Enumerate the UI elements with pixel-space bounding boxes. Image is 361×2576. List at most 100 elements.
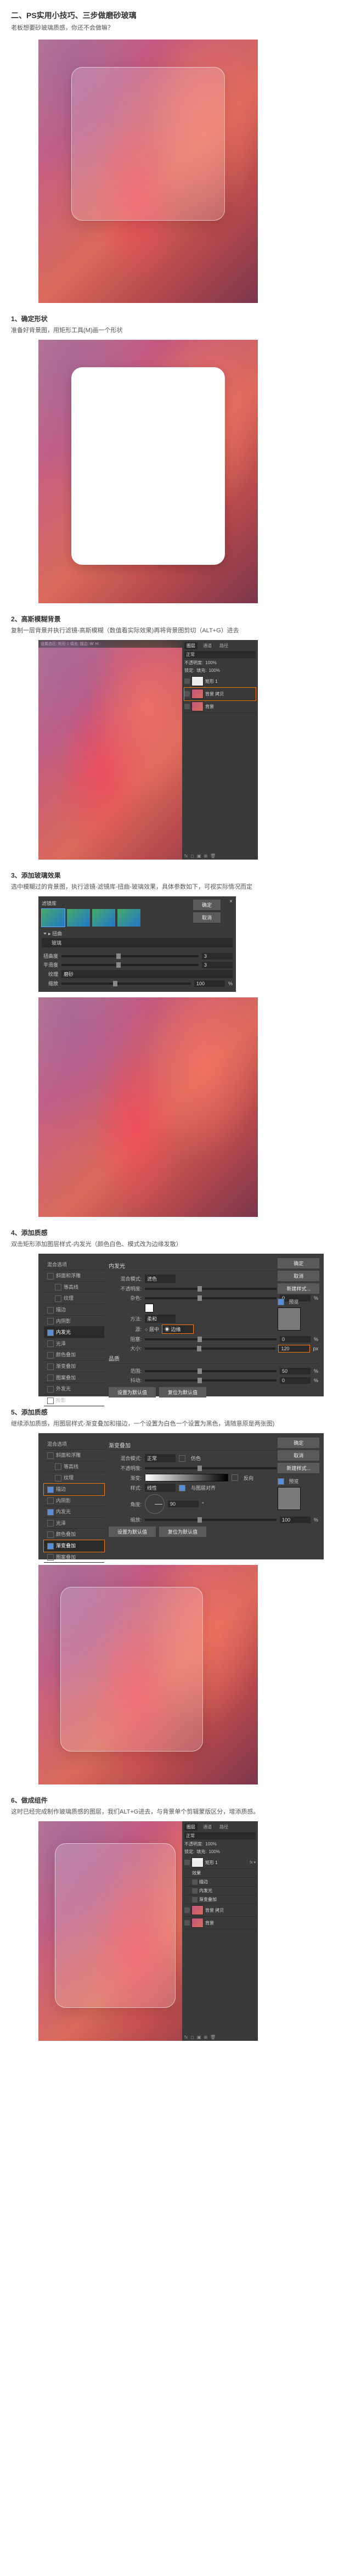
item-color-overlay[interactable]: 颜色叠加 xyxy=(44,1349,104,1361)
cancel-button[interactable]: 取消 xyxy=(278,1271,319,1281)
item-outer-glow[interactable]: 外发光 xyxy=(44,1383,104,1395)
source-edge-radio[interactable]: ◉ 边缘 xyxy=(162,1325,193,1333)
item-drop-shadow[interactable]: 投影 xyxy=(44,1395,104,1406)
layer-bg-copy[interactable]: 背景 拷贝 xyxy=(184,688,256,700)
choke-slider[interactable] xyxy=(145,1338,277,1340)
set-default-button[interactable]: 设置为默认值 xyxy=(109,1387,156,1398)
visibility-icon[interactable] xyxy=(184,1907,190,1913)
jitter-input[interactable]: 0 xyxy=(280,1377,311,1384)
visibility-icon[interactable] xyxy=(184,704,190,709)
preview-checkbox[interactable] xyxy=(278,1478,284,1485)
item-blend[interactable]: 混合选项 xyxy=(44,1439,104,1450)
item-texture[interactable]: 纹理 xyxy=(44,1293,104,1304)
fx-icon[interactable]: fx xyxy=(184,2035,188,2040)
folder-icon[interactable]: ▣ xyxy=(197,2035,201,2040)
cancel-button[interactable]: 取消 xyxy=(278,1450,319,1461)
blend-mode-select[interactable]: 正常 xyxy=(145,1454,176,1462)
ok-button[interactable]: 确定 xyxy=(278,1258,319,1269)
visibility-icon[interactable] xyxy=(184,1920,190,1926)
fx-inner-glow[interactable]: 内发光 xyxy=(184,1887,256,1895)
tab-paths[interactable]: 路径 xyxy=(217,642,230,649)
layer-rect[interactable]: 矩形 1 xyxy=(184,675,256,688)
item-pattern-overlay[interactable]: 图案叠加 xyxy=(44,1552,104,1563)
new-layer-icon[interactable]: ⊞ xyxy=(204,2035,207,2040)
choke-input[interactable]: 0 xyxy=(280,1336,311,1343)
size-slider[interactable] xyxy=(145,1348,275,1350)
layer-rect[interactable]: 矩形 1 fx ▾ xyxy=(184,1856,256,1869)
align-checkbox[interactable] xyxy=(179,1485,185,1491)
item-texture[interactable]: 纹理 xyxy=(44,1472,104,1484)
jitter-slider[interactable] xyxy=(145,1379,277,1382)
noise-slider[interactable] xyxy=(145,1297,277,1299)
filter-glass[interactable]: 玻璃 xyxy=(42,938,233,947)
cancel-button[interactable]: 取消 xyxy=(193,912,221,923)
item-bevel[interactable]: 斜面和浮雕 xyxy=(44,1450,104,1461)
preset-thumb[interactable] xyxy=(42,909,65,927)
opacity-value[interactable]: 100% xyxy=(205,660,216,665)
item-pattern-overlay[interactable]: 图案叠加 xyxy=(44,1372,104,1384)
item-satin[interactable]: 光泽 xyxy=(44,1518,104,1529)
preview-checkbox[interactable] xyxy=(278,1299,284,1305)
visibility-icon[interactable] xyxy=(184,1860,190,1865)
scale-value[interactable]: 100 xyxy=(194,980,225,987)
fill-value[interactable]: 100% xyxy=(208,668,219,673)
visibility-icon[interactable] xyxy=(192,1897,198,1902)
item-inner-glow[interactable]: 内发光 xyxy=(44,1327,104,1338)
distort-slider[interactable] xyxy=(61,955,199,957)
visibility-icon[interactable] xyxy=(192,1888,198,1894)
fx-icon[interactable]: fx xyxy=(184,854,188,858)
preset-thumb[interactable] xyxy=(67,909,90,927)
item-bevel[interactable]: 斜面和浮雕 xyxy=(44,1270,104,1282)
tab-paths[interactable]: 路径 xyxy=(217,1823,230,1831)
item-stroke[interactable]: 描边 xyxy=(44,1484,104,1495)
trash-icon[interactable]: 🗑 xyxy=(210,854,216,858)
layer-bg[interactable]: 背景 xyxy=(184,1917,256,1929)
new-style-button[interactable]: 新建样式... xyxy=(278,1463,319,1473)
preset-thumb[interactable] xyxy=(92,909,115,927)
visibility-icon[interactable] xyxy=(192,1879,198,1885)
blend-mode-select[interactable]: 正常 xyxy=(184,651,256,658)
size-input[interactable]: 120 xyxy=(279,1345,309,1352)
trash-icon[interactable]: 🗑 xyxy=(210,2035,216,2040)
preset-thumb[interactable] xyxy=(117,909,140,927)
range-input[interactable]: 50 xyxy=(280,1368,311,1374)
reset-default-button[interactable]: 复位为默认值 xyxy=(159,1387,206,1398)
reverse-checkbox[interactable] xyxy=(232,1474,238,1481)
layer-bg-copy[interactable]: 背景 拷贝 xyxy=(184,1904,256,1917)
scale-input[interactable]: 100 xyxy=(280,1517,311,1523)
fill-value[interactable]: 100% xyxy=(208,1849,219,1854)
layer-bg[interactable]: 背景 xyxy=(184,700,256,713)
style-select[interactable]: 线性 xyxy=(145,1484,176,1492)
item-blend[interactable]: 混合选项 xyxy=(44,1259,104,1270)
ok-button[interactable]: 确定 xyxy=(278,1438,319,1448)
tab-channels[interactable]: 通道 xyxy=(201,1823,214,1831)
blend-mode-select[interactable]: 正常 xyxy=(184,1832,256,1839)
range-slider[interactable] xyxy=(145,1370,277,1372)
item-inner-shadow[interactable]: 内阴影 xyxy=(44,1495,104,1507)
tab-layers[interactable]: 图层 xyxy=(184,642,198,649)
ok-button[interactable]: 确定 xyxy=(193,900,221,910)
mask-icon[interactable]: ◻ xyxy=(190,854,194,858)
item-inner-glow[interactable]: 内发光 xyxy=(44,1506,104,1518)
distort-value[interactable]: 3 xyxy=(202,953,233,959)
mask-icon[interactable]: ◻ xyxy=(190,2035,194,2040)
source-center-radio[interactable]: ○ 居中 xyxy=(145,1326,159,1333)
smooth-value[interactable]: 3 xyxy=(202,962,233,968)
fx-header[interactable]: 效果 xyxy=(184,1869,256,1878)
method-select[interactable]: 柔和 xyxy=(145,1315,176,1323)
dither-checkbox[interactable] xyxy=(179,1455,185,1462)
fx-stroke[interactable]: 描边 xyxy=(184,1878,256,1887)
reset-default-button[interactable]: 复位为默认值 xyxy=(159,1526,206,1537)
texture-select[interactable]: 磨砂 xyxy=(61,970,233,978)
tab-channels[interactable]: 通道 xyxy=(201,642,214,649)
tab-layers[interactable]: 图层 xyxy=(184,1823,198,1831)
visibility-icon[interactable] xyxy=(184,678,190,684)
item-grad-overlay[interactable]: 渐变叠加 xyxy=(44,1540,104,1552)
angle-input[interactable]: 90 xyxy=(168,1501,199,1507)
set-default-button[interactable]: 设置为默认值 xyxy=(109,1526,156,1537)
new-layer-icon[interactable]: ⊞ xyxy=(204,854,207,858)
folder-distort[interactable]: ▸ 扭曲 xyxy=(42,929,233,938)
item-color-overlay[interactable]: 颜色叠加 xyxy=(44,1529,104,1540)
item-stroke[interactable]: 描边 xyxy=(44,1304,104,1316)
item-inner-shadow[interactable]: 内阴影 xyxy=(44,1316,104,1327)
